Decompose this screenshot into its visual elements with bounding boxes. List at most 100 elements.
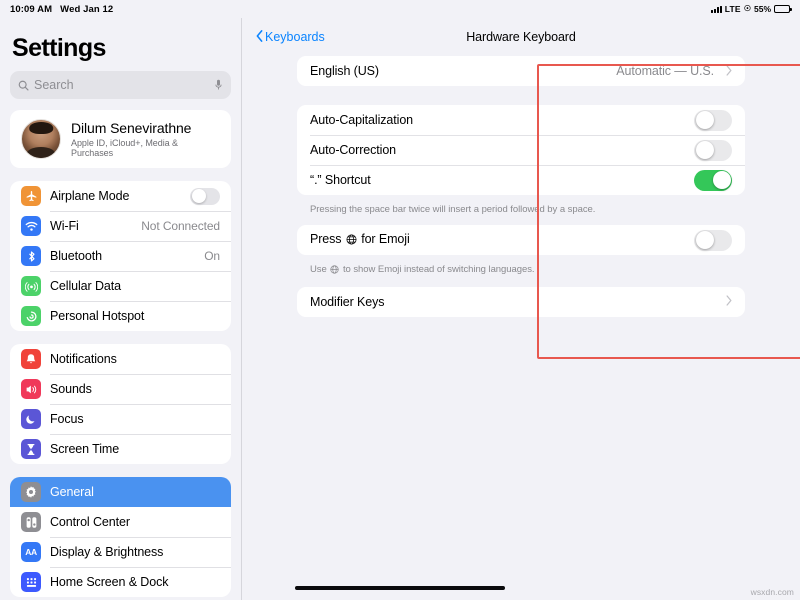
status-bar-left: 10:09 AM Wed Jan 12 [10,4,113,15]
screen-time-hourglass-icon [21,439,41,459]
sidebar-group-0: Airplane Mode Wi-Fi Not Connected Bluetooth… [10,181,231,331]
typing-footnote: Pressing the space bar twice will insert… [297,200,745,225]
cellular-icon [21,276,41,296]
sidebar-item-value: Not Connected [141,219,220,233]
globe-key-icon [346,234,357,248]
modifier-keys-row[interactable]: Modifier Keys [297,287,745,317]
chevron-right-icon-modifier [726,295,732,308]
sidebar-item-label: Focus [50,412,220,426]
emoji-key-card: Press for Emoji [297,225,745,255]
cellular-signal-icon [711,5,722,13]
battery-percent-label: 55% [754,4,771,14]
modifier-keys-label: Modifier Keys [310,295,714,309]
settings-sidebar[interactable]: Settings Dilum Senevirathne Apple ID, iC… [0,18,242,600]
sidebar-item-label: Airplane Mode [50,189,181,203]
network-type-label: LTE [725,4,741,14]
emoji-label-before: Press [310,232,341,246]
page-title: Settings [10,18,231,71]
account-subtitle: Apple ID, iCloud+, Media & Purchases [71,138,220,158]
modifier-keys-card: Modifier Keys [297,287,745,317]
sidebar-item-label: General [50,485,220,499]
sidebar-item-focus[interactable]: Focus [10,404,231,434]
focus-moon-icon [21,409,41,429]
account-text: Dilum Senevirathne Apple ID, iCloud+, Me… [71,120,220,158]
sidebar-item-label: Wi-Fi [50,219,132,233]
search-input[interactable] [34,78,209,92]
press-globe-for-emoji-row[interactable]: Press for Emoji [297,225,745,255]
emoji-footnote-before: Use [310,264,327,275]
battery-icon [774,5,790,13]
auto-correction-label: Auto-Correction [310,143,686,157]
bluetooth-icon [21,246,41,266]
emoji-footnote: Use to show Emoji instead of switching l… [297,260,745,287]
chevron-left-icon [256,30,263,45]
back-button[interactable]: Keyboards [256,30,325,45]
sidebar-item-notifications[interactable]: Notifications [10,344,231,374]
sidebar-item-cellular-data[interactable]: Cellular Data [10,271,231,301]
keyboard-language-row[interactable]: English (US) Automatic — U.S. [297,56,745,86]
general-gear-icon [21,482,41,502]
sidebar-item-label: Personal Hotspot [50,309,220,323]
sidebar-group-2: General Control Center AADisplay & Brightn… [10,477,231,597]
period-shortcut-row[interactable]: “.” Shortcut [297,165,745,195]
home-indicator[interactable] [295,586,505,590]
auto-capitalization-toggle[interactable] [694,110,732,131]
sidebar-item-general[interactable]: General [10,477,231,507]
auto-correction-row[interactable]: Auto-Correction [297,135,745,165]
notifications-bell-icon [21,349,41,369]
search-icon [18,80,29,91]
sidebar-item-label: Cellular Data [50,279,220,293]
chevron-right-icon [726,65,732,78]
sidebar-item-bluetooth[interactable]: BluetoothOn [10,241,231,271]
sidebar-item-label: Control Center [50,515,220,529]
keyboard-language-value: Automatic — U.S. [616,64,714,78]
sidebar-group-1: Notifications Sounds Focus Screen Time [10,344,231,464]
keyboard-language-card: English (US) Automatic — U.S. [297,56,745,86]
split-view: Settings Dilum Senevirathne Apple ID, iC… [0,18,800,600]
sidebar-item-screen-time[interactable]: Screen Time [10,434,231,464]
status-bar-right: LTE ☉ 55% [711,4,790,14]
nav-title: Hardware Keyboard [242,30,800,44]
sidebar-item-label: Notifications [50,352,220,366]
emoji-label-after: for Emoji [361,232,409,246]
account-card[interactable]: Dilum Senevirathne Apple ID, iCloud+, Me… [10,110,231,168]
auto-capitalization-label: Auto-Capitalization [310,113,686,127]
account-name: Dilum Senevirathne [71,120,220,136]
sidebar-item-display-brightness[interactable]: AADisplay & Brightness [10,537,231,567]
sidebar-item-wi-fi[interactable]: Wi-Fi Not Connected [10,211,231,241]
sidebar-item-sounds[interactable]: Sounds [10,374,231,404]
status-bar: 10:09 AM Wed Jan 12 LTE ☉ 55% [0,0,800,18]
account-row[interactable]: Dilum Senevirathne Apple ID, iCloud+, Me… [10,110,231,168]
microphone-icon[interactable] [214,79,223,91]
avatar [21,119,61,159]
control-center-icon [21,512,41,532]
sidebar-item-label: Display & Brightness [50,545,220,559]
ipad-settings-screen: 10:09 AM Wed Jan 12 LTE ☉ 55% Settings [0,0,800,600]
sidebar-item-label: Bluetooth [50,249,195,263]
globe-key-icon-footnote [330,265,339,277]
sidebar-item-toggle[interactable] [190,188,220,205]
search-bar[interactable] [10,71,231,99]
press-globe-for-emoji-toggle[interactable] [694,230,732,251]
auto-capitalization-row[interactable]: Auto-Capitalization [297,105,745,135]
auto-correction-toggle[interactable] [694,140,732,161]
detail-pane: Keyboards Hardware Keyboard English (US)… [242,18,800,600]
sidebar-item-airplane-mode[interactable]: Airplane Mode [10,181,231,211]
wifi-icon [21,216,41,236]
back-button-label: Keyboards [265,30,325,44]
typing-options-card: Auto-Capitalization Auto-Correction “.” … [297,105,745,195]
sounds-speaker-icon [21,379,41,399]
sidebar-item-personal-hotspot[interactable]: Personal Hotspot [10,301,231,331]
sidebar-item-home-screen-dock[interactable]: Home Screen & Dock [10,567,231,597]
emoji-footnote-after: to show Emoji instead of switching langu… [343,264,535,275]
home-screen-dock-icon [21,572,41,592]
period-shortcut-label: “.” Shortcut [310,173,686,187]
airplane-icon [21,186,41,206]
status-date: Wed Jan 12 [60,4,113,15]
period-shortcut-toggle[interactable] [694,170,732,191]
sidebar-item-label: Screen Time [50,442,220,456]
press-globe-for-emoji-label: Press for Emoji [310,232,686,248]
detail-content: English (US) Automatic — U.S. Auto-Capit… [242,56,800,317]
spacer-1 [297,91,745,105]
sidebar-item-control-center[interactable]: Control Center [10,507,231,537]
